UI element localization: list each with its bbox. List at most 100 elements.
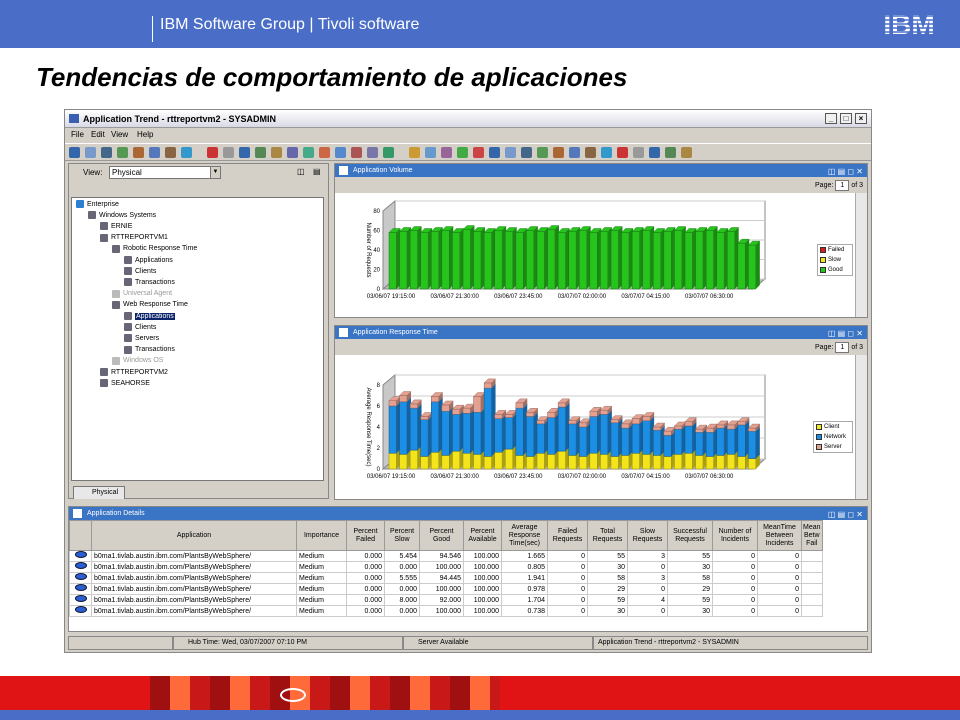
eye-link-icon[interactable] — [74, 562, 87, 569]
toolbar-button-icon[interactable] — [585, 147, 596, 158]
toolbar-button-icon[interactable] — [271, 147, 282, 158]
column-header[interactable]: Successful Requests — [667, 520, 713, 551]
menu-file[interactable]: File — [71, 130, 84, 139]
toolbar-button-icon[interactable] — [133, 147, 144, 158]
toolbar-button-icon[interactable] — [681, 147, 692, 158]
toolbar-button-icon[interactable] — [287, 147, 298, 158]
row-link-cell[interactable] — [69, 605, 92, 617]
tab-physical[interactable]: Physical — [73, 486, 125, 499]
toolbar-button-icon[interactable] — [85, 147, 96, 158]
tree-node[interactable]: Clients — [124, 267, 156, 276]
volume-scrollbar[interactable] — [855, 193, 867, 317]
eye-link-icon[interactable] — [74, 573, 87, 580]
maximize-pane-icon[interactable]: ▤ — [313, 167, 321, 176]
toolbar-button-icon[interactable] — [69, 147, 80, 158]
toolbar-button-icon[interactable] — [351, 147, 362, 158]
column-header[interactable]: Average Response Time(sec) — [501, 520, 548, 551]
column-header[interactable]: MeanTime Between Incidents — [757, 520, 802, 551]
tree-node[interactable]: Applications — [124, 312, 175, 320]
column-header[interactable]: Percent Available — [463, 520, 502, 551]
table-row[interactable]: b0ma1.tivlab.austin.ibm.com/PlantsByWebS… — [69, 561, 823, 573]
toolbar-button-icon[interactable] — [617, 147, 628, 158]
column-header[interactable]: Percent Slow — [384, 520, 420, 551]
split-icon[interactable]: ◫ — [297, 167, 305, 176]
eye-link-icon[interactable] — [74, 595, 87, 602]
row-link-cell[interactable] — [69, 594, 92, 606]
tree-node[interactable]: ERNIE — [100, 222, 132, 231]
toolbar-button-icon[interactable] — [521, 147, 532, 158]
tree-node[interactable]: RTTREPORTVM1 — [100, 233, 168, 242]
eye-link-icon[interactable] — [74, 551, 87, 558]
menu-edit[interactable]: Edit — [91, 130, 105, 139]
toolbar-button-icon[interactable] — [505, 147, 516, 158]
response-scrollbar[interactable] — [855, 355, 867, 499]
toolbar-button-icon[interactable] — [255, 147, 266, 158]
tree-node[interactable]: Enterprise — [76, 200, 119, 208]
table-row[interactable]: b0ma1.tivlab.austin.ibm.com/PlantsByWebS… — [69, 605, 823, 617]
minimize-button[interactable]: _ — [825, 113, 837, 124]
toolbar-button-icon[interactable] — [441, 147, 452, 158]
row-link-cell[interactable] — [69, 561, 92, 573]
toolbar-button-icon[interactable] — [553, 147, 564, 158]
column-header[interactable]: Mean Betw Fail — [801, 520, 823, 551]
page-input[interactable]: 1 — [835, 342, 850, 353]
column-header[interactable]: Slow Requests — [627, 520, 668, 551]
toolbar-button-icon[interactable] — [425, 147, 436, 158]
toolbar-button-icon[interactable] — [489, 147, 500, 158]
tree-node[interactable]: Applications — [124, 256, 173, 264]
toolbar-button-icon[interactable] — [165, 147, 176, 158]
column-header[interactable]: Importance — [296, 520, 347, 551]
column-header[interactable]: Failed Requests — [547, 520, 588, 551]
page-input[interactable]: 1 — [835, 180, 850, 191]
toolbar-button-icon[interactable] — [117, 147, 128, 158]
row-link-cell[interactable] — [69, 550, 92, 562]
row-link-cell[interactable] — [69, 583, 92, 595]
window-titlebar[interactable]: Application Trend - rttreportvm2 - SYSAD… — [65, 110, 871, 128]
column-header[interactable]: Number of Incidents — [712, 520, 758, 551]
column-header[interactable]: Percent Failed — [346, 520, 385, 551]
column-header[interactable]: Total Requests — [587, 520, 628, 551]
toolbar-button-icon[interactable] — [409, 147, 420, 158]
toolbar-button-icon[interactable] — [303, 147, 314, 158]
toolbar-button-icon[interactable] — [457, 147, 468, 158]
column-header[interactable]: Application — [91, 520, 297, 551]
tree-node[interactable]: Web Response Time — [112, 300, 188, 309]
menu-view[interactable]: View — [111, 130, 128, 139]
toolbar-button-icon[interactable] — [601, 147, 612, 158]
toolbar-button-icon[interactable] — [181, 147, 192, 158]
tree-node[interactable]: Servers — [124, 334, 159, 343]
row-link-cell[interactable] — [69, 572, 92, 584]
toolbar-button-icon[interactable] — [473, 147, 484, 158]
toolbar-button-icon[interactable] — [149, 147, 160, 158]
column-header[interactable]: Percent Good — [419, 520, 464, 551]
view-select[interactable]: Physical ▼ — [109, 166, 221, 179]
tree-node[interactable]: Transactions — [124, 345, 175, 354]
toolbar-button-icon[interactable] — [207, 147, 218, 158]
tree-node[interactable]: Robotic Response Time — [112, 244, 197, 253]
toolbar-button-icon[interactable] — [223, 147, 234, 158]
tree-node[interactable]: Universal Agent — [112, 289, 172, 298]
table-row[interactable]: b0ma1.tivlab.austin.ibm.com/PlantsByWebS… — [69, 583, 823, 595]
toolbar-button-icon[interactable] — [239, 147, 250, 158]
toolbar-button-icon[interactable] — [335, 147, 346, 158]
table-row[interactable]: b0ma1.tivlab.austin.ibm.com/PlantsByWebS… — [69, 594, 823, 606]
toolbar-button-icon[interactable] — [649, 147, 660, 158]
toolbar-button-icon[interactable] — [319, 147, 330, 158]
toolbar-button-icon[interactable] — [569, 147, 580, 158]
tree-node[interactable]: RTTREPORTVM2 — [100, 368, 168, 376]
toolbar-button-icon[interactable] — [633, 147, 644, 158]
tree-node[interactable]: SEAHORSE — [100, 379, 150, 388]
toolbar-button-icon[interactable] — [367, 147, 378, 158]
eye-link-icon[interactable] — [74, 606, 87, 613]
toolbar-button-icon[interactable] — [383, 147, 394, 158]
close-button[interactable]: × — [855, 113, 867, 124]
tree-node[interactable]: Transactions — [124, 278, 175, 287]
chevron-down-icon[interactable]: ▼ — [210, 167, 220, 178]
toolbar-button-icon[interactable] — [665, 147, 676, 158]
menu-help[interactable]: Help — [137, 130, 153, 139]
table-row[interactable]: b0ma1.tivlab.austin.ibm.com/PlantsByWebS… — [69, 550, 823, 562]
table-row[interactable]: b0ma1.tivlab.austin.ibm.com/PlantsByWebS… — [69, 572, 823, 584]
tree-node[interactable]: Windows OS — [112, 356, 163, 365]
tree-node[interactable]: Windows Systems — [88, 211, 156, 220]
toolbar-button-icon[interactable] — [537, 147, 548, 158]
